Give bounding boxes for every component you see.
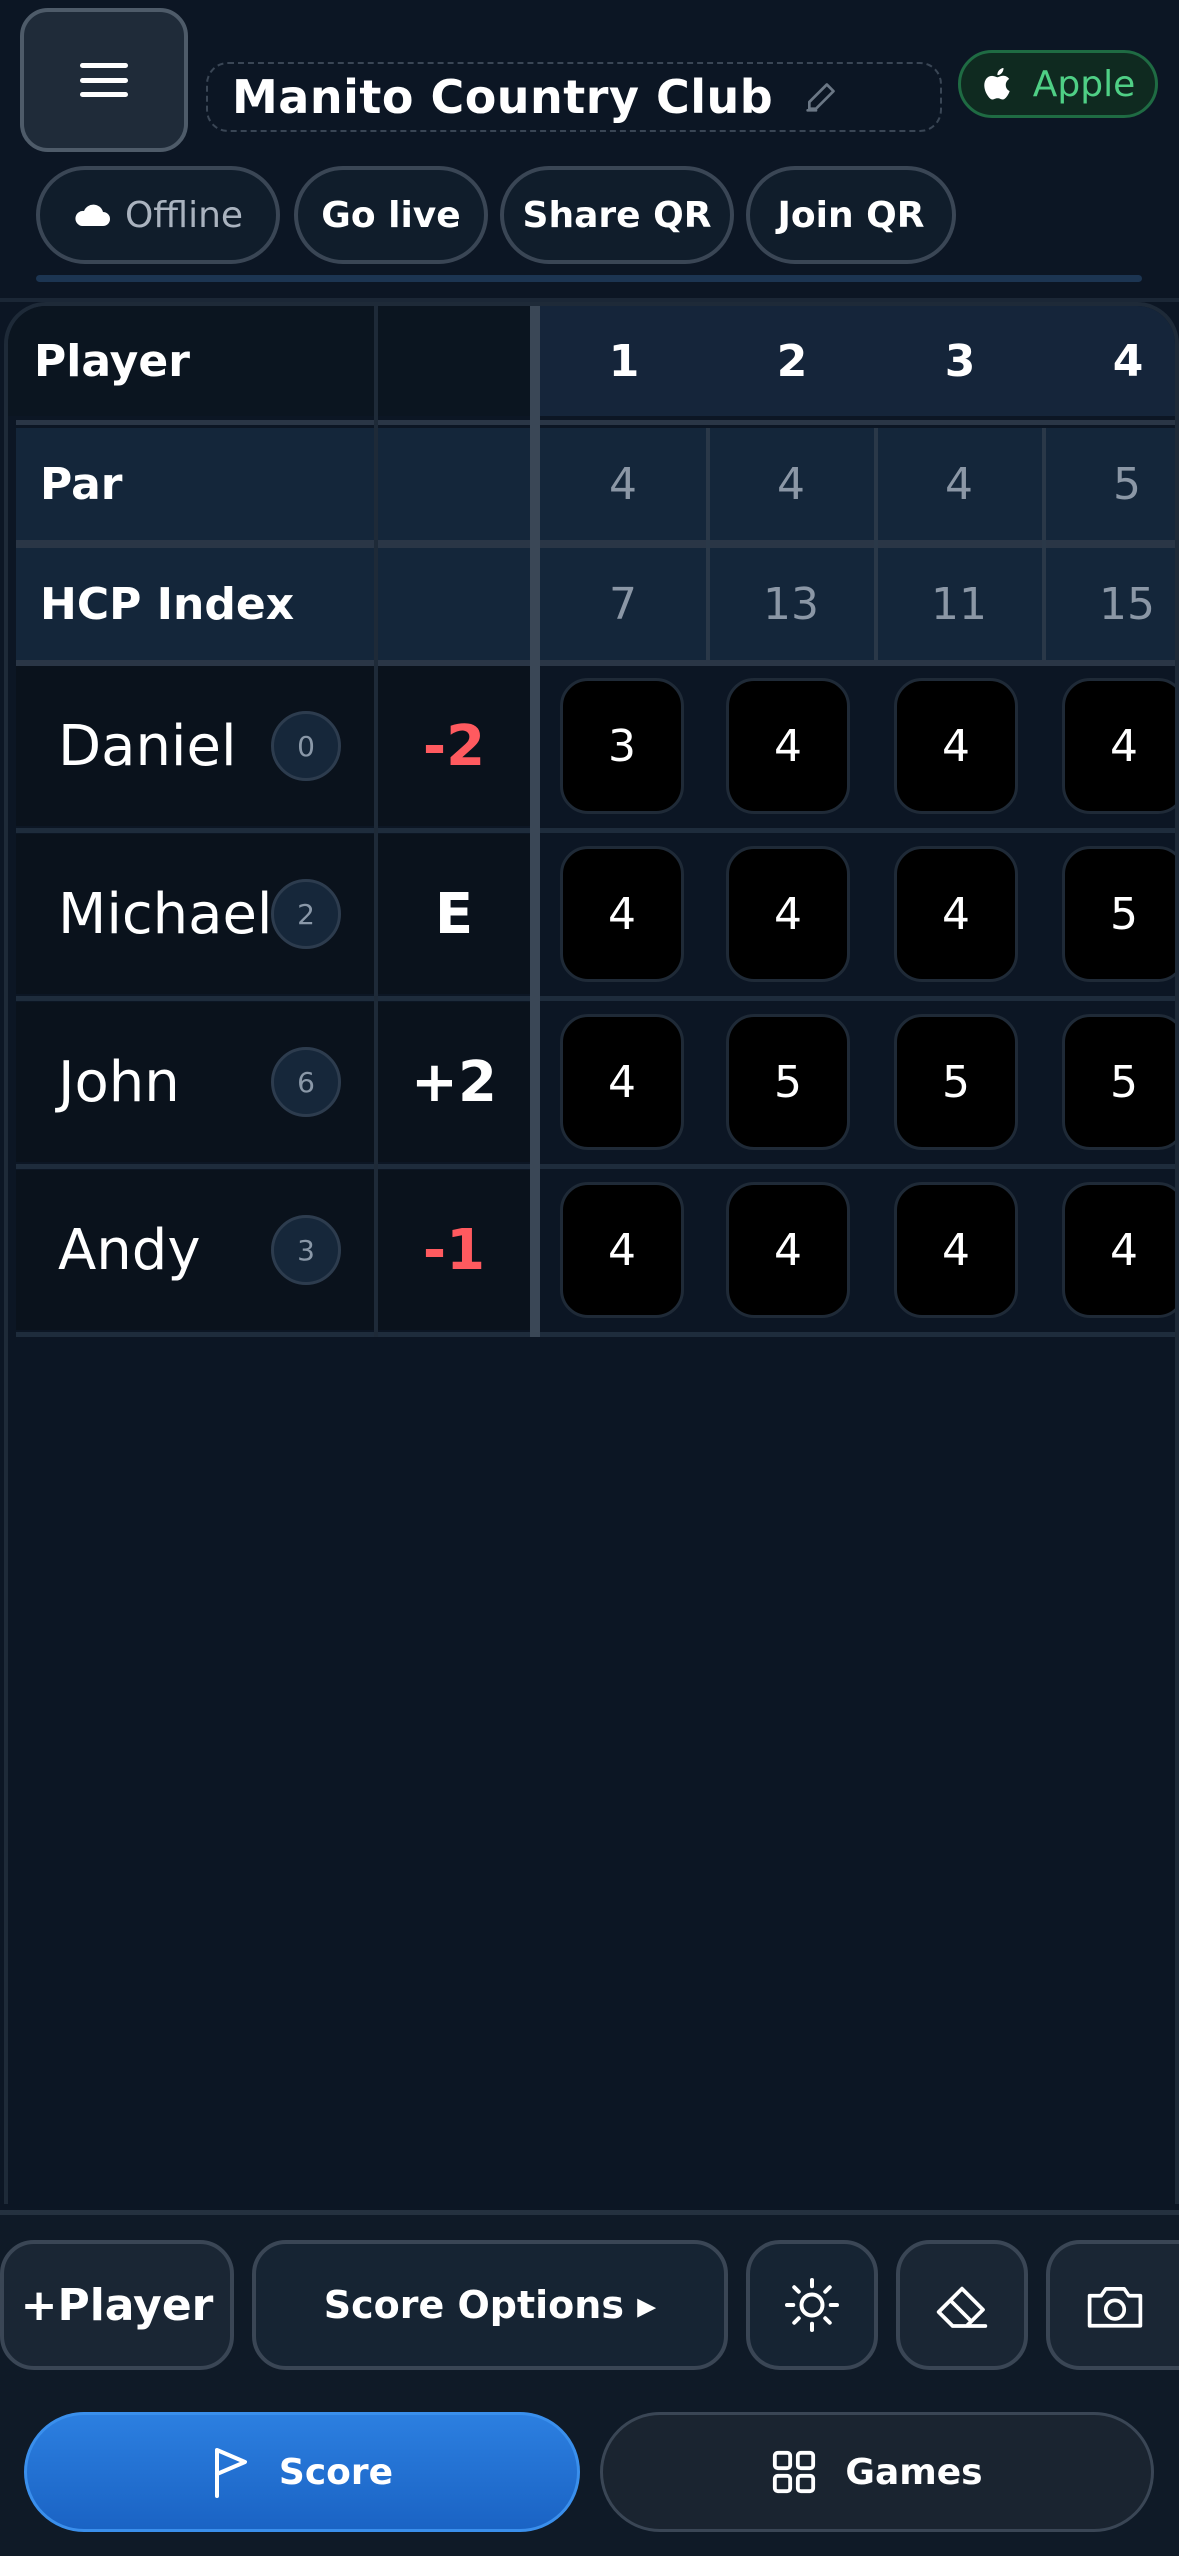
score-cell[interactable]: 4 [726,678,850,814]
frozen-column-divider [530,306,540,1337]
apple-logo-icon [984,67,1010,100]
score-cell[interactable]: 5 [1062,846,1175,982]
par-value: 4 [540,428,706,540]
score-cell[interactable]: 4 [1062,678,1175,814]
hamburger-icon [80,63,128,97]
player-total: E [378,834,530,994]
sun-icon [785,2278,839,2332]
add-player-button[interactable]: +Player [0,2240,234,2370]
hole-header: 2 [708,306,876,416]
player-handicap-badge: 6 [271,1047,341,1117]
grid-line [1042,428,1046,660]
camera-icon [1087,2287,1142,2328]
scorecard-table: Player 1 2 3 4 Par 4 4 4 5 HCP Index 7 1… [4,302,1179,2204]
grid-line [16,1164,1175,1169]
hcp-index-value: 15 [1044,548,1175,660]
score-cell[interactable]: 4 [894,846,1018,982]
grid-line [874,428,878,660]
join-qr-button[interactable]: Join QR [746,166,956,264]
score-cell[interactable]: 4 [560,1182,684,1318]
player-total: -2 [378,666,530,826]
par-total-cell [378,428,530,540]
score-cell[interactable]: 4 [1062,1182,1175,1318]
edit-pencil-icon [806,83,836,112]
brightness-button[interactable] [746,2240,878,2370]
player-column-header: Player [8,306,378,416]
grid-icon [773,2450,816,2494]
player-handicap-badge: 0 [271,711,341,781]
hcp-index-row-label: HCP Index [16,548,378,660]
flag-icon [214,2448,247,2498]
hcp-total-cell [378,548,530,660]
share-qr-button[interactable]: Share QR [500,166,734,264]
hcp-index-value: 13 [708,548,874,660]
par-value: 4 [708,428,874,540]
par-value: 5 [1044,428,1175,540]
score-cell[interactable]: 4 [560,846,684,982]
grid-line [16,1332,1175,1337]
grid-line [374,306,378,1337]
grid-line [16,996,1175,1001]
course-name: Manito Country Club [232,70,774,124]
offline-label: Offline [124,194,244,236]
grid-line [16,828,1175,833]
score-options-button[interactable]: Score Options ▸ [252,2240,728,2370]
score-cell[interactable]: 4 [560,1014,684,1150]
score-cell[interactable]: 4 [726,1182,850,1318]
par-value: 4 [876,428,1042,540]
eraser-button[interactable] [896,2240,1028,2370]
hcp-index-value: 7 [540,548,706,660]
score-cell[interactable]: 4 [894,1182,1018,1318]
score-cell[interactable]: 3 [560,678,684,814]
cloud-icon [75,204,110,226]
hole-header: 1 [540,306,708,416]
menu-button[interactable] [20,8,188,152]
player-total: -1 [378,1170,530,1330]
eraser-icon [936,2286,988,2328]
hole-header: 4 [1044,306,1175,416]
hole-header: 3 [876,306,1044,416]
offline-status-pill[interactable]: Offline [36,166,280,264]
go-live-button[interactable]: Go live [294,166,488,264]
grid-line [16,660,1175,666]
grid-line [16,420,1175,425]
total-column-header [378,306,530,416]
score-cell[interactable]: 5 [1062,1014,1175,1150]
score-cell[interactable]: 4 [894,678,1018,814]
grid-line [16,540,1175,548]
score-cell[interactable]: 4 [726,846,850,982]
hcp-index-value: 11 [876,548,1042,660]
games-tab[interactable]: Games [600,2412,1154,2532]
course-name-field[interactable]: Manito Country Club [206,62,942,132]
player-handicap-badge: 3 [271,1215,341,1285]
grid-line [706,428,710,660]
score-cell[interactable]: 5 [894,1014,1018,1150]
player-handicap-badge: 2 [271,879,341,949]
par-row-label: Par [16,428,378,540]
apple-platform-badge: Apple [958,50,1158,118]
header-progress-line [36,275,1142,282]
player-total: +2 [378,1002,530,1162]
score-tab[interactable]: Score [24,2412,580,2532]
score-cell[interactable]: 5 [726,1014,850,1150]
camera-button[interactable] [1046,2240,1179,2370]
